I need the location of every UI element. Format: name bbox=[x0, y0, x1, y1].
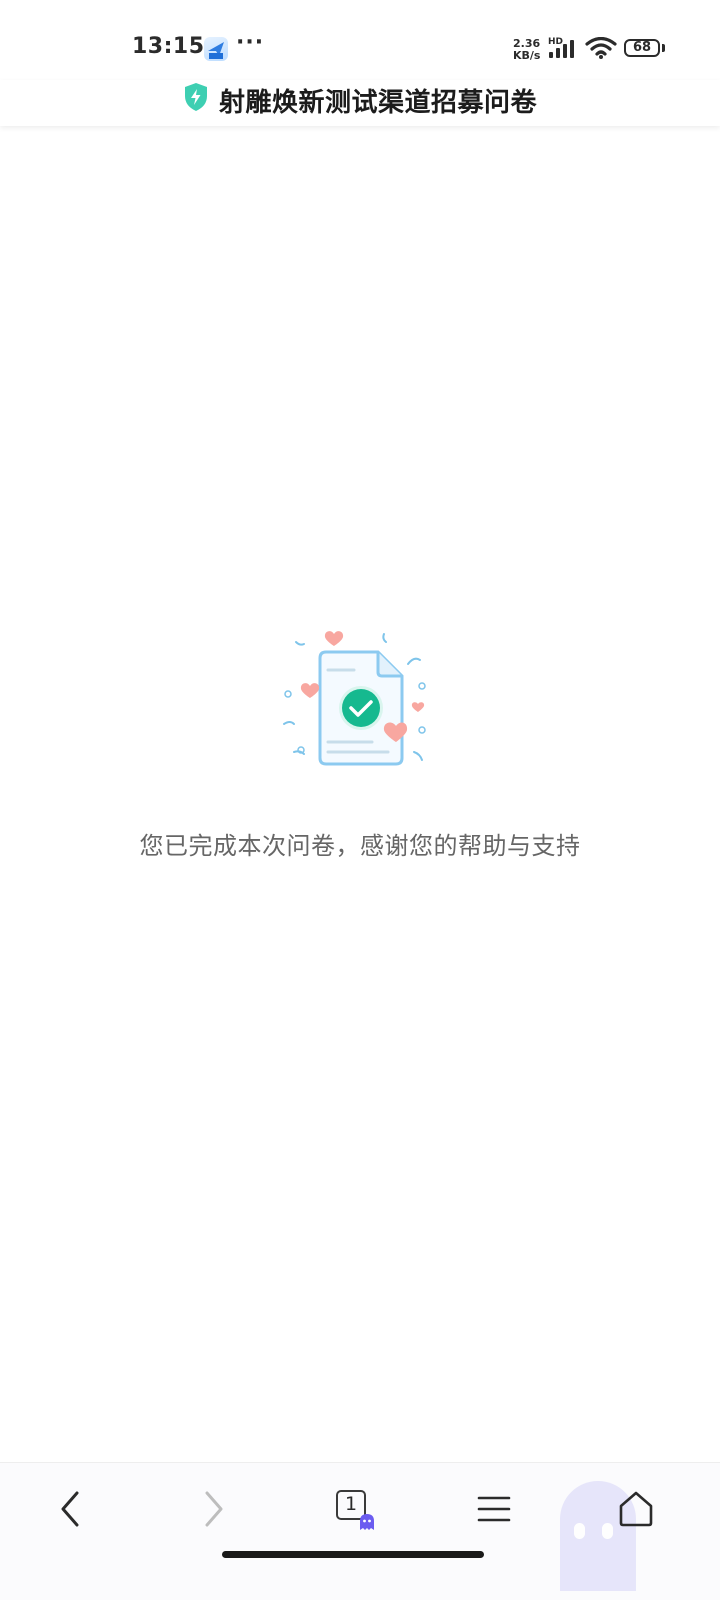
status-time: 13:15 bbox=[132, 34, 205, 59]
home-gesture-indicator[interactable] bbox=[222, 1551, 484, 1558]
ghost-eye-left bbox=[574, 1523, 585, 1539]
back-arrow-icon bbox=[61, 1491, 79, 1527]
title-container: 射雕焕新测试渠道招募问卷 bbox=[0, 80, 720, 120]
menu-button[interactable] bbox=[462, 1477, 526, 1541]
home-button[interactable] bbox=[604, 1477, 668, 1541]
browser-toolbar: 1 bbox=[0, 1462, 720, 1600]
ghost-badge-icon bbox=[360, 1514, 374, 1530]
menu-icon bbox=[477, 1496, 511, 1522]
network-speed: 2.36 KB/s bbox=[513, 38, 540, 62]
title-bar: 射雕焕新测试渠道招募问卷 bbox=[0, 80, 720, 126]
tabs-button[interactable]: 1 bbox=[320, 1477, 384, 1541]
home-icon bbox=[619, 1491, 653, 1527]
wifi-icon bbox=[585, 37, 617, 59]
network-speed-unit: KB/s bbox=[513, 49, 541, 62]
shield-icon bbox=[184, 83, 207, 111]
survey-complete-illustration bbox=[283, 631, 426, 766]
forward-arrow-icon bbox=[205, 1491, 223, 1527]
status-more-icon: ··· bbox=[236, 30, 265, 55]
battery-tip bbox=[662, 44, 665, 52]
completion-message: 您已完成本次问卷，感谢您的帮助与支持 bbox=[139, 832, 581, 860]
forward-button[interactable] bbox=[182, 1477, 246, 1541]
battery-indicator: 68 bbox=[624, 39, 660, 57]
app-notification-icon bbox=[204, 37, 228, 61]
status-bar: 13:15 ··· 2.36 KB/s HD 68 bbox=[0, 0, 720, 80]
page-title: 射雕焕新测试渠道招募问卷 bbox=[218, 87, 537, 118]
signal-icon bbox=[549, 40, 574, 58]
back-button[interactable] bbox=[38, 1477, 102, 1541]
